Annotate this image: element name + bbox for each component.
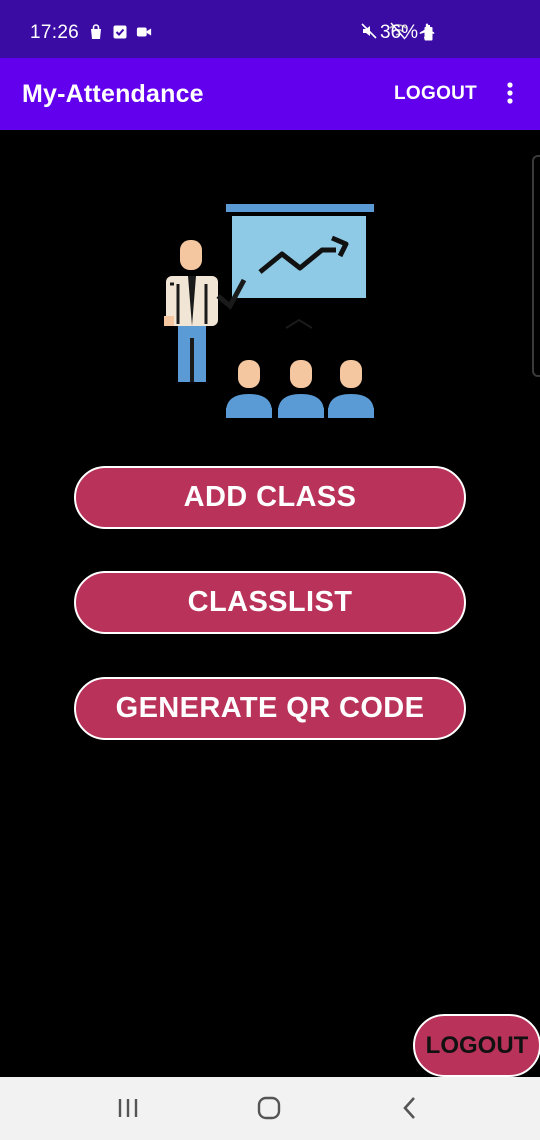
teacher-presentation-icon bbox=[160, 198, 380, 423]
battery-icon bbox=[424, 25, 433, 41]
video-icon bbox=[136, 24, 152, 40]
classlist-button[interactable]: CLASSLIST bbox=[74, 571, 466, 634]
battery-percent: 36% bbox=[380, 22, 419, 43]
mute-icon bbox=[360, 22, 378, 46]
edge-panel-handle[interactable] bbox=[532, 155, 540, 377]
main-screen: 17:26 36% My-Attendance LOGOUT ADD CLASS… bbox=[0, 0, 540, 1140]
shopping-bag-icon bbox=[88, 24, 104, 40]
checkbox-icon bbox=[112, 24, 128, 40]
more-vert-icon[interactable] bbox=[500, 80, 520, 108]
app-title: My-Attendance bbox=[22, 80, 204, 108]
toolbar-logout-button[interactable]: LOGOUT bbox=[394, 83, 477, 105]
logout-button[interactable]: LOGOUT bbox=[413, 1014, 540, 1077]
add-class-button[interactable]: ADD CLASS bbox=[74, 466, 466, 529]
back-icon[interactable] bbox=[395, 1093, 425, 1123]
system-nav-bar bbox=[0, 1077, 540, 1140]
status-time: 17:26 bbox=[30, 22, 80, 43]
recent-apps-icon[interactable] bbox=[113, 1093, 143, 1123]
home-icon[interactable] bbox=[254, 1093, 284, 1123]
app-bar: My-Attendance LOGOUT bbox=[0, 58, 540, 130]
status-notification-icons bbox=[88, 24, 152, 40]
status-bar: 17:26 36% bbox=[0, 0, 540, 58]
generate-qr-code-button[interactable]: GENERATE QR CODE bbox=[74, 677, 466, 740]
